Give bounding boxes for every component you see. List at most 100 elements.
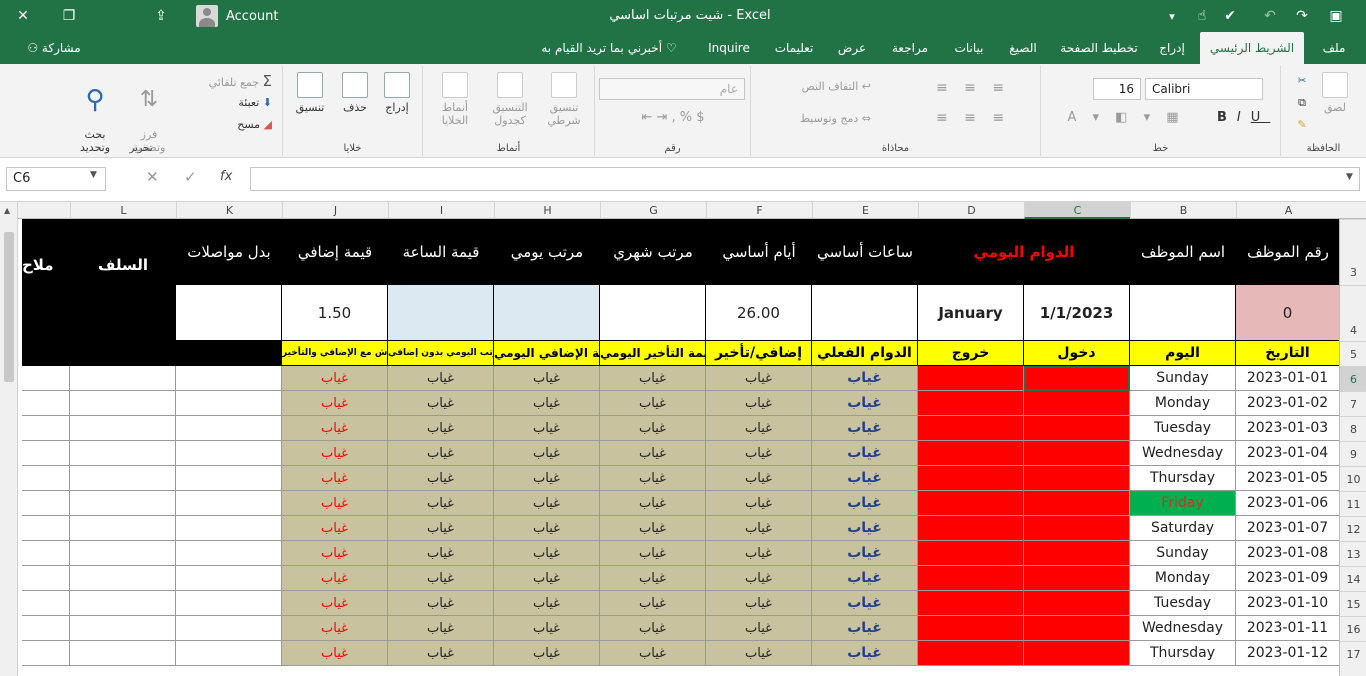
actual-shift-cell[interactable]: غياب [812, 441, 918, 466]
cell-l[interactable] [70, 416, 176, 441]
salary-cell[interactable]: غياب [282, 416, 388, 441]
exit-cell[interactable] [918, 641, 1024, 666]
absent-cell-g[interactable]: غياب [600, 566, 706, 591]
restore-icon[interactable]: ❐ [54, 0, 84, 32]
absent-cell-i[interactable]: غياب [388, 366, 494, 391]
tab-help[interactable]: تعليمات [768, 32, 820, 64]
absent-cell-f[interactable]: غياب [706, 416, 812, 441]
header-g[interactable]: مرتب شهري [600, 219, 706, 285]
entry-cell[interactable] [1024, 391, 1130, 416]
tab-data[interactable]: بيانات [948, 32, 990, 64]
redo-icon[interactable]: ↷ [1290, 0, 1314, 32]
delete-cells-button[interactable]: حذف [335, 72, 375, 114]
clear-button[interactable]: مسح ◢ [176, 118, 272, 131]
paste-button[interactable]: لصق [1313, 72, 1357, 114]
header-k[interactable]: بدل مواصلات [176, 219, 282, 285]
cell-styles-button[interactable]: أنماط الخلايا [429, 72, 481, 127]
cell-k[interactable] [176, 641, 282, 666]
sort-filter-button[interactable]: ⇅ فرز وتصفية [126, 72, 172, 154]
absent-cell-i[interactable]: غياب [388, 441, 494, 466]
exit-cell[interactable] [918, 541, 1024, 566]
column-title-c[interactable]: دخول [1024, 341, 1130, 366]
day-cell[interactable]: Tuesday [1130, 591, 1236, 616]
entry-cell[interactable] [1024, 516, 1130, 541]
fill-button[interactable]: تعبئة ⬇ [176, 96, 272, 109]
entry-cell[interactable] [1024, 491, 1130, 516]
row-header-10[interactable]: 10 [1340, 466, 1366, 491]
format-cells-button[interactable]: تنسيق [289, 72, 331, 114]
cancel-icon[interactable]: ✕ [146, 168, 159, 186]
row-header-9[interactable]: 9 [1340, 441, 1366, 466]
cell-k[interactable] [176, 541, 282, 566]
tab-formulas[interactable]: الصيغ [1002, 32, 1044, 64]
actual-shift-cell[interactable]: غياب [812, 466, 918, 491]
absent-cell-h[interactable]: غياب [494, 491, 600, 516]
absent-cell-i[interactable]: غياب [388, 491, 494, 516]
cell-k[interactable] [176, 441, 282, 466]
cell-m[interactable] [22, 491, 70, 516]
day-cell[interactable]: Tuesday [1130, 416, 1236, 441]
day-cell[interactable]: Monday [1130, 566, 1236, 591]
header-m[interactable]: ملاح [22, 219, 70, 366]
date-cell[interactable]: 2023-01-11 [1236, 616, 1340, 641]
cell-l[interactable] [70, 441, 176, 466]
actual-shift-cell[interactable]: غياب [812, 391, 918, 416]
exit-cell[interactable] [918, 591, 1024, 616]
cell-l[interactable] [70, 616, 176, 641]
actual-shift-cell[interactable]: غياب [812, 541, 918, 566]
row-header-8[interactable]: 8 [1340, 416, 1366, 441]
column-title-i[interactable]: المرتب اليومي بدون إضافي [388, 341, 494, 366]
header-i[interactable]: قيمة الساعة [388, 219, 494, 285]
cell-m[interactable] [22, 641, 70, 666]
spelling-icon[interactable]: ✔ [1218, 0, 1242, 32]
column-title-f[interactable]: إضافي/تأخير [706, 341, 812, 366]
salary-cell[interactable]: غياب [282, 441, 388, 466]
tab-home[interactable]: الشريط الرئيسي [1200, 32, 1304, 64]
absent-cell-h[interactable]: غياب [494, 441, 600, 466]
value-f[interactable]: 26.00 [706, 285, 812, 341]
column-header-i[interactable]: I [388, 202, 494, 219]
column-title-k[interactable] [176, 341, 282, 366]
absent-cell-h[interactable]: غياب [494, 641, 600, 666]
cut-icon[interactable]: ✂ [1293, 74, 1311, 87]
value-b[interactable] [1130, 285, 1236, 341]
column-header-h[interactable]: H [494, 202, 600, 219]
row-header-15[interactable]: 15 [1340, 591, 1366, 616]
function-icon[interactable]: fx [220, 169, 232, 184]
cell-m[interactable] [22, 516, 70, 541]
absent-cell-g[interactable]: غياب [600, 441, 706, 466]
day-cell[interactable]: Thursday [1130, 466, 1236, 491]
row-header-14[interactable]: 14 [1340, 566, 1366, 591]
cell-l[interactable] [70, 391, 176, 416]
enter-icon[interactable]: ✓ [184, 168, 197, 186]
day-cell[interactable]: Sunday [1130, 541, 1236, 566]
exit-cell[interactable] [918, 466, 1024, 491]
date-cell[interactable]: 2023-01-02 [1236, 391, 1340, 416]
day-cell[interactable]: Saturday [1130, 516, 1236, 541]
cell-m[interactable] [22, 591, 70, 616]
absent-cell-g[interactable]: غياب [600, 591, 706, 616]
header-f[interactable]: أيام أساسي [706, 219, 812, 285]
absent-cell-i[interactable]: غياب [388, 616, 494, 641]
entry-cell[interactable] [1024, 541, 1130, 566]
tab-inquire[interactable]: Inquire [704, 32, 754, 64]
salary-cell[interactable]: غياب [282, 516, 388, 541]
absent-cell-f[interactable]: غياب [706, 566, 812, 591]
absent-cell-i[interactable]: غياب [388, 641, 494, 666]
column-header-l[interactable]: L [70, 202, 176, 219]
absent-cell-i[interactable]: غياب [388, 466, 494, 491]
actual-shift-cell[interactable]: غياب [812, 591, 918, 616]
actual-shift-cell[interactable]: غياب [812, 616, 918, 641]
absent-cell-i[interactable]: غياب [388, 416, 494, 441]
close-icon[interactable]: ✕ [8, 0, 38, 32]
exit-cell[interactable] [918, 566, 1024, 591]
absent-cell-g[interactable]: غياب [600, 391, 706, 416]
cell-k[interactable] [176, 416, 282, 441]
cell-l[interactable] [70, 516, 176, 541]
header-h[interactable]: مرتب يومي [494, 219, 600, 285]
date-cell[interactable]: 2023-01-01 [1236, 366, 1340, 391]
absent-cell-f[interactable]: غياب [706, 466, 812, 491]
exit-cell[interactable] [918, 416, 1024, 441]
actual-shift-cell[interactable]: غياب [812, 566, 918, 591]
column-header-f[interactable]: F [706, 202, 812, 219]
